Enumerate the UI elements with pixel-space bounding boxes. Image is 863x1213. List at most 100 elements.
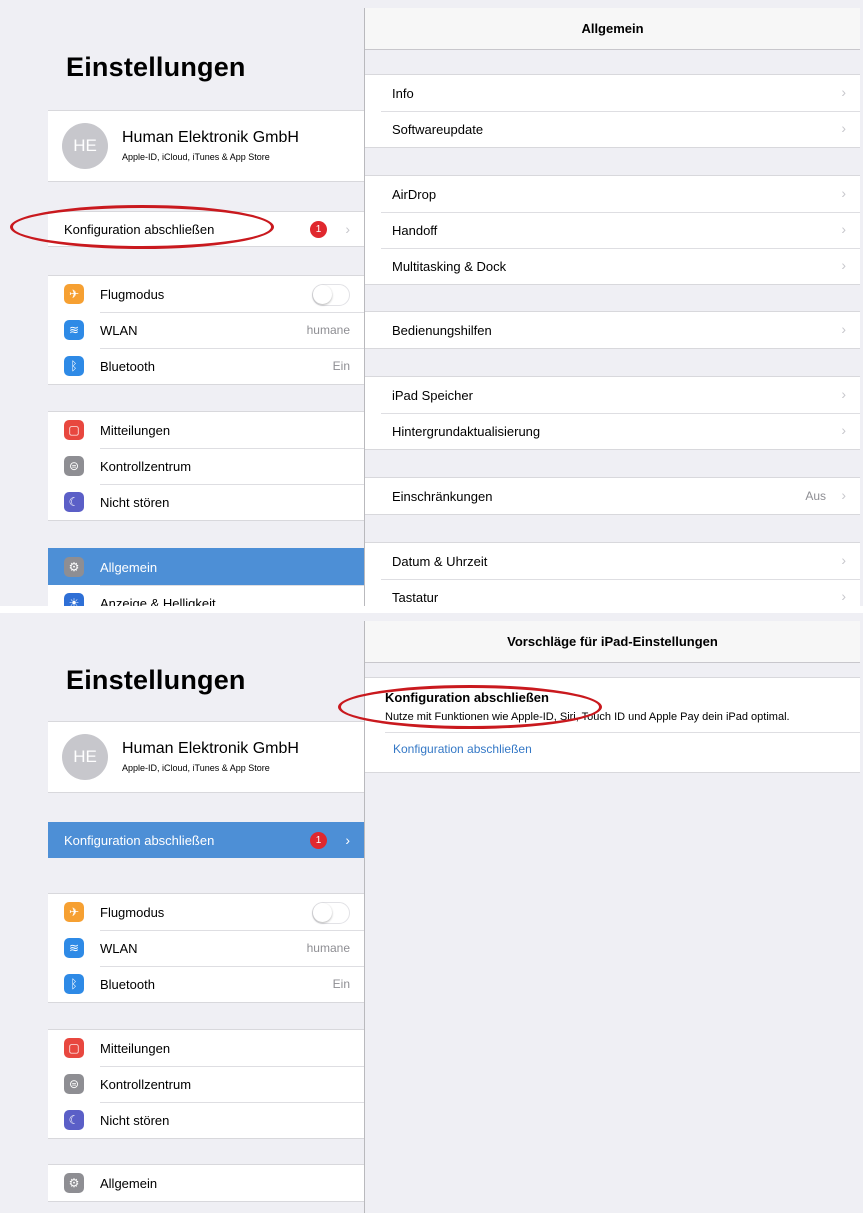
detail-item-label: Hintergrundaktualisierung — [392, 423, 541, 439]
sidebar-item-wlan[interactable]: ≋ WLAN humane — [48, 930, 364, 966]
sidebar-item-label: Mitteilungen — [100, 422, 171, 438]
flugmodus-toggle[interactable] — [312, 902, 350, 924]
sidebar-item-label: WLAN — [100, 322, 138, 338]
notifications-group: ▢ Mitteilungen ⊜ Kontrollzentrum ☾ Nicht… — [48, 1029, 364, 1139]
chevron-right-icon: › — [841, 257, 846, 273]
profile-subtitle: Apple-ID, iCloud, iTunes & App Store — [122, 763, 270, 773]
detail-item-label: Bedienungshilfen — [392, 322, 492, 338]
sidebar-item-bluetooth[interactable]: ᛒ Bluetooth Ein — [48, 966, 364, 1002]
notification-badge: 1 — [310, 221, 327, 238]
detail-item-info[interactable]: Info › — [365, 75, 860, 111]
detail-group-1: Info › Softwareupdate › — [365, 74, 860, 148]
sidebar-item-label: WLAN — [100, 940, 138, 956]
chevron-right-icon: › — [345, 221, 350, 237]
sidebar-item-flugmodus[interactable]: ✈ Flugmodus — [48, 276, 364, 312]
konfiguration-link[interactable]: Konfiguration abschließen — [393, 742, 532, 756]
sidebar-item-konfiguration[interactable]: Konfiguration abschließen 1 › — [48, 211, 364, 247]
detail-group-4: iPad Speicher › Hintergrundaktualisierung… — [365, 376, 860, 450]
chevron-right-icon: › — [841, 120, 846, 136]
detail-item-tastatur[interactable]: Tastatur › — [365, 579, 860, 606]
sidebar-item-label: Bluetooth — [100, 976, 155, 992]
gear-icon: ⚙ — [64, 557, 84, 577]
sidebar-item-mitteilungen[interactable]: ▢ Mitteilungen — [48, 412, 364, 448]
wlan-value: humane — [306, 323, 350, 337]
notifications-icon: ▢ — [64, 420, 84, 440]
profile-row[interactable]: HE Human Elektronik GmbH Apple-ID, iClou… — [48, 110, 364, 182]
detail-item-label: AirDrop — [392, 186, 437, 202]
settings-sidebar: Einstellungen HE Human Elektronik GmbH A… — [48, 621, 364, 1213]
detail-pane: Vorschläge für iPad-Einstellungen Konfig… — [365, 621, 860, 1213]
sidebar-item-allgemein[interactable]: ⚙ Allgemein — [48, 1165, 364, 1201]
suggestion-card: Konfiguration abschließen Nutze mit Funk… — [365, 677, 860, 773]
chevron-right-icon: › — [345, 832, 350, 848]
sidebar-item-label: Konfiguration abschließen — [64, 833, 215, 848]
sidebar-item-kontrollzentrum[interactable]: ⊜ Kontrollzentrum — [48, 1066, 364, 1102]
sidebar-item-label: Anzeige & Helligkeit — [100, 595, 216, 607]
einschraenkungen-value: Aus — [805, 489, 826, 503]
sidebar-item-nicht-stoeren[interactable]: ☾ Nicht stören — [48, 484, 364, 520]
detail-item-label: Handoff — [392, 222, 438, 238]
suggestion-title: Konfiguration abschließen — [385, 690, 549, 705]
suggestion-description: Nutze mit Funktionen wie Apple-ID, Siri,… — [385, 711, 790, 723]
detail-item-ipad-speicher[interactable]: iPad Speicher › — [365, 377, 860, 413]
avatar: HE — [62, 734, 108, 780]
sidebar-item-label: Flugmodus — [100, 286, 165, 302]
screenshot-general-settings: Einstellungen HE Human Elektronik GmbH A… — [0, 0, 863, 606]
connectivity-group: ✈ Flugmodus ≋ WLAN humane ᛒ Bluetooth Ei… — [48, 893, 364, 1003]
sidebar-item-konfiguration[interactable]: Konfiguration abschließen 1 › — [48, 822, 364, 858]
sidebar-item-mitteilungen[interactable]: ▢ Mitteilungen — [48, 1030, 364, 1066]
sidebar-item-anzeige[interactable]: ☀ Anzeige & Helligkeit — [48, 585, 364, 606]
detail-nav-title: Vorschläge für iPad-Einstellungen — [365, 621, 860, 663]
detail-group-6: Datum & Uhrzeit › Tastatur › — [365, 542, 860, 606]
bluetooth-value: Ein — [332, 977, 350, 991]
connectivity-group: ✈ Flugmodus ≋ WLAN humane ᛒ Bluetooth Ei… — [48, 275, 364, 385]
detail-item-bedienungshilfen[interactable]: Bedienungshilfen › — [365, 312, 860, 348]
sidebar-item-label: Allgemein — [100, 1175, 158, 1191]
bluetooth-icon: ᛒ — [64, 974, 84, 994]
sidebar-item-flugmodus[interactable]: ✈ Flugmodus — [48, 894, 364, 930]
display-icon: ☀ — [64, 593, 84, 606]
chevron-right-icon: › — [841, 84, 846, 100]
sidebar-item-bluetooth[interactable]: ᛒ Bluetooth Ein — [48, 348, 364, 384]
bluetooth-icon: ᛒ — [64, 356, 84, 376]
chevron-right-icon: › — [841, 221, 846, 237]
detail-group-2: AirDrop › Handoff › Multitasking & Dock › — [365, 175, 860, 285]
chevron-right-icon: › — [841, 552, 846, 568]
detail-item-label: iPad Speicher — [392, 387, 473, 403]
sidebar-item-label: Kontrollzentrum — [100, 458, 192, 474]
chevron-right-icon: › — [841, 386, 846, 402]
sidebar-item-kontrollzentrum[interactable]: ⊜ Kontrollzentrum — [48, 448, 364, 484]
sidebar-item-wlan[interactable]: ≋ WLAN humane — [48, 312, 364, 348]
detail-item-datum-uhrzeit[interactable]: Datum & Uhrzeit › — [365, 543, 860, 579]
detail-item-label: Softwareupdate — [392, 121, 484, 137]
chevron-right-icon: › — [841, 588, 846, 604]
detail-item-einschraenkungen[interactable]: Einschränkungen Aus › — [365, 478, 860, 514]
airplane-icon: ✈ — [64, 284, 84, 304]
sidebar-item-label: Flugmodus — [100, 904, 165, 920]
detail-item-hintergrundaktualisierung[interactable]: Hintergrundaktualisierung › — [365, 413, 860, 449]
sidebar-item-label: Nicht stören — [100, 494, 170, 510]
detail-item-multitasking[interactable]: Multitasking & Dock › — [365, 248, 860, 284]
sidebar-item-label: Kontrollzentrum — [100, 1076, 192, 1092]
chevron-right-icon: › — [841, 487, 846, 503]
detail-item-label: Multitasking & Dock — [392, 258, 507, 274]
sidebar-item-label: Konfiguration abschließen — [64, 222, 215, 237]
detail-item-airdrop[interactable]: AirDrop › — [365, 176, 860, 212]
notifications-icon: ▢ — [64, 1038, 84, 1058]
profile-row[interactable]: HE Human Elektronik GmbH Apple-ID, iClou… — [48, 721, 364, 793]
notifications-group: ▢ Mitteilungen ⊜ Kontrollzentrum ☾ Nicht… — [48, 411, 364, 521]
wlan-value: humane — [306, 941, 350, 955]
sidebar-title: Einstellungen — [66, 52, 246, 82]
detail-group-5: Einschränkungen Aus › — [365, 477, 860, 515]
detail-item-softwareupdate[interactable]: Softwareupdate › — [365, 111, 860, 147]
sidebar-item-allgemein[interactable]: ⚙ Allgemein — [48, 549, 364, 585]
detail-item-label: Datum & Uhrzeit — [392, 553, 488, 569]
detail-group-3: Bedienungshilfen › — [365, 311, 860, 349]
general-group: ⚙ Allgemein — [48, 1164, 364, 1202]
detail-item-handoff[interactable]: Handoff › — [365, 212, 860, 248]
sidebar-item-nicht-stoeren[interactable]: ☾ Nicht stören — [48, 1102, 364, 1138]
avatar: HE — [62, 123, 108, 169]
flugmodus-toggle[interactable] — [312, 284, 350, 306]
detail-item-label: Tastatur — [392, 589, 439, 605]
detail-pane: Allgemein Info › Softwareupdate › AirDrop ›… — [365, 8, 860, 606]
